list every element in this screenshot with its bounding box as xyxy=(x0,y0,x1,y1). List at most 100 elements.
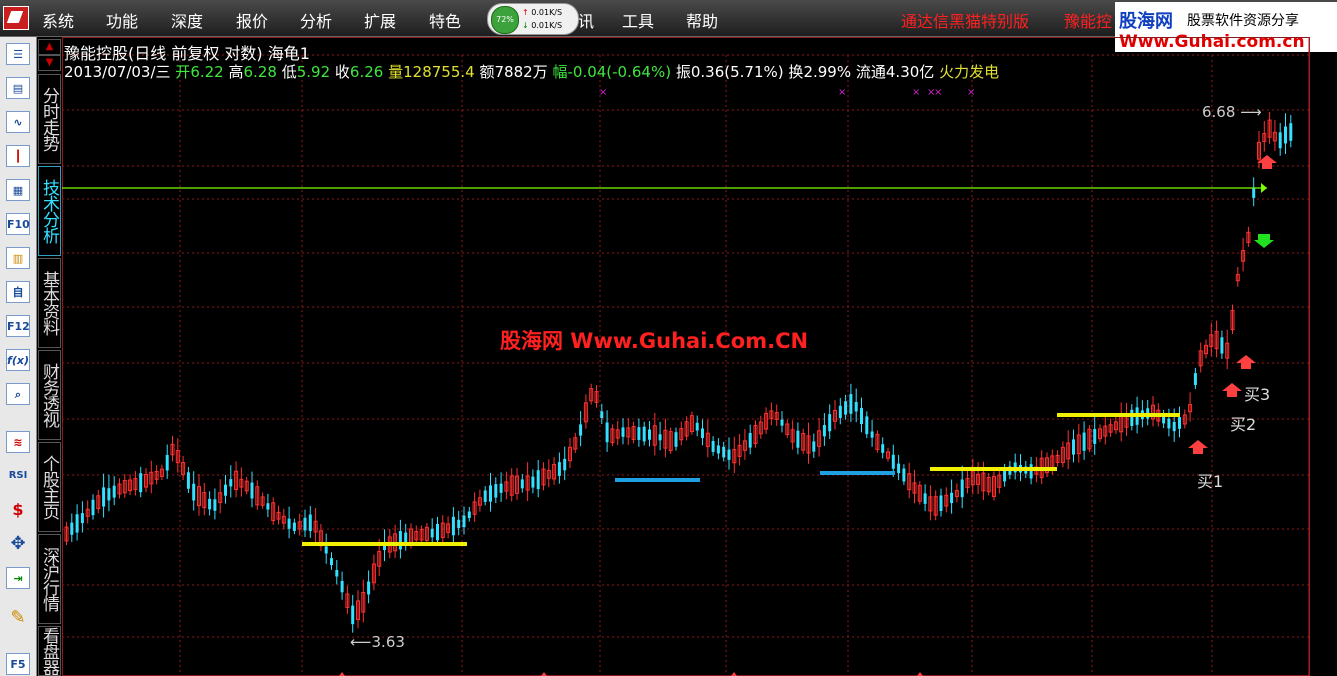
candle-down xyxy=(489,485,492,502)
signal-marker: × xyxy=(838,87,846,98)
candle-down xyxy=(330,558,333,566)
pencil-icon[interactable]: ✎ xyxy=(6,607,30,629)
menu-analysis[interactable]: 分析 xyxy=(300,8,332,32)
candle-down xyxy=(499,483,503,493)
menu-quote[interactable]: 报价 xyxy=(236,8,268,32)
export-icon[interactable]: ⇥ xyxy=(6,567,30,589)
quote-sector: 火力发电 xyxy=(939,63,1000,81)
candle-down xyxy=(1093,428,1097,444)
candle-down xyxy=(229,479,233,487)
signal-marker: × xyxy=(912,87,920,98)
custom-icon[interactable]: 自 xyxy=(6,281,30,303)
menu-feature[interactable]: 特色 xyxy=(429,8,461,32)
sector-icon[interactable]: ▥ xyxy=(6,247,30,269)
f12-icon[interactable]: F12 xyxy=(6,315,30,337)
download-arrow-icon: ↓ xyxy=(522,21,529,30)
tab-stock-home[interactable]: 个股主页 xyxy=(38,442,61,532)
candle-down xyxy=(701,428,704,439)
candle-down xyxy=(1130,409,1134,426)
low-price-label: ⟵3.63 xyxy=(350,633,405,651)
candle-down xyxy=(483,490,487,502)
candle-down xyxy=(1289,123,1293,141)
f5-icon[interactable]: F5 xyxy=(6,653,30,675)
news-icon[interactable]: ▦ xyxy=(6,179,30,201)
scroll-down-icon[interactable]: ▼ xyxy=(38,55,61,71)
candle-down xyxy=(213,499,217,511)
kline-chart[interactable]: × × × ×× × xyxy=(62,37,1337,676)
signal-marker: × xyxy=(967,87,975,98)
candle-down xyxy=(923,493,927,504)
candle-down xyxy=(600,411,604,419)
menu-extend[interactable]: 扩展 xyxy=(364,8,396,32)
signal-marker: × xyxy=(934,87,942,98)
candle-down xyxy=(436,523,439,541)
buy-signal-1-label: 买1 xyxy=(1197,472,1224,491)
chart-grid xyxy=(62,37,1310,676)
menu-function[interactable]: 功能 xyxy=(106,8,138,32)
candle-down xyxy=(112,485,116,498)
candle-down xyxy=(563,458,567,471)
app-logo-icon[interactable] xyxy=(3,6,29,30)
candle-down xyxy=(621,427,625,437)
time-tick-marker xyxy=(731,672,737,676)
quote-change: -0.04(-0.64%) xyxy=(567,63,672,81)
candle-down xyxy=(881,444,885,453)
menu-depth[interactable]: 深度 xyxy=(171,8,203,32)
candle-down xyxy=(1193,373,1197,385)
menu-tools[interactable]: 工具 xyxy=(622,8,654,32)
time-tick-marker xyxy=(541,672,547,676)
buy-arrow-2-icon xyxy=(1222,383,1242,397)
menu-info[interactable]: 讯 xyxy=(578,8,594,32)
candle-down xyxy=(637,427,641,440)
candle-down xyxy=(716,445,720,454)
f10-icon[interactable]: F10 xyxy=(6,213,30,235)
rsi-icon[interactable]: RSI xyxy=(6,465,30,487)
candle-down xyxy=(748,432,752,448)
candle-down xyxy=(520,479,524,489)
formula-icon[interactable]: f(x) xyxy=(6,349,30,371)
candle-down xyxy=(822,424,826,437)
tab-monitor[interactable]: 看盘器 xyxy=(38,626,61,676)
tab-technical[interactable]: 技术分析 xyxy=(38,166,61,256)
candle-down xyxy=(828,414,832,432)
tab-financials[interactable]: 财务透视 xyxy=(38,350,61,440)
candle-down xyxy=(266,503,270,510)
candle-down xyxy=(939,495,943,511)
candle-down xyxy=(870,431,874,438)
quote-high: 6.28 xyxy=(243,63,277,81)
line-chart-icon[interactable]: ∿ xyxy=(6,111,30,133)
candle-down xyxy=(139,473,143,493)
candle-down xyxy=(711,441,715,452)
candle-down xyxy=(367,581,371,595)
candle-down xyxy=(897,463,901,474)
kline-icon[interactable]: ┃ xyxy=(6,145,30,167)
candle-down xyxy=(812,441,816,452)
search-icon[interactable]: ⌕ xyxy=(6,383,30,405)
candle-down xyxy=(648,429,651,440)
high-price-label: 6.68 ⟶ xyxy=(1202,103,1262,121)
candle-down xyxy=(860,407,863,425)
money-icon[interactable]: $ xyxy=(6,499,30,521)
candle-down xyxy=(605,422,609,443)
candle-down xyxy=(950,492,954,504)
tab-intraday[interactable]: 分时走势 xyxy=(38,74,61,164)
signal-marker: × xyxy=(599,87,607,98)
move-icon[interactable]: ✥ xyxy=(6,533,30,555)
menu-system[interactable]: 系统 xyxy=(42,8,74,32)
scroll-up-icon[interactable]: ▲ xyxy=(38,39,61,55)
indicator-icon[interactable]: ≋ xyxy=(6,431,30,453)
candle-down xyxy=(722,446,726,458)
candle-down xyxy=(865,416,869,435)
tab-market[interactable]: 深沪行情 xyxy=(38,534,61,624)
chart-frame xyxy=(62,37,1310,676)
candle-down xyxy=(91,499,95,516)
tab-fundamentals[interactable]: 基本资料 xyxy=(38,258,61,348)
candlesticks xyxy=(64,111,1293,633)
notebook-icon[interactable]: ☰ xyxy=(6,43,30,65)
network-speed-widget[interactable]: 72% ↑ 0.01K/S ↓ 0.01K/S xyxy=(487,3,579,35)
buy-arrow-3-icon xyxy=(1236,355,1256,369)
candle-down xyxy=(1172,421,1176,432)
quote-list-icon[interactable]: ▤ xyxy=(6,77,30,99)
brand-slogan: 股票软件资源分享 xyxy=(1187,13,1299,29)
menu-help[interactable]: 帮助 xyxy=(686,8,718,32)
